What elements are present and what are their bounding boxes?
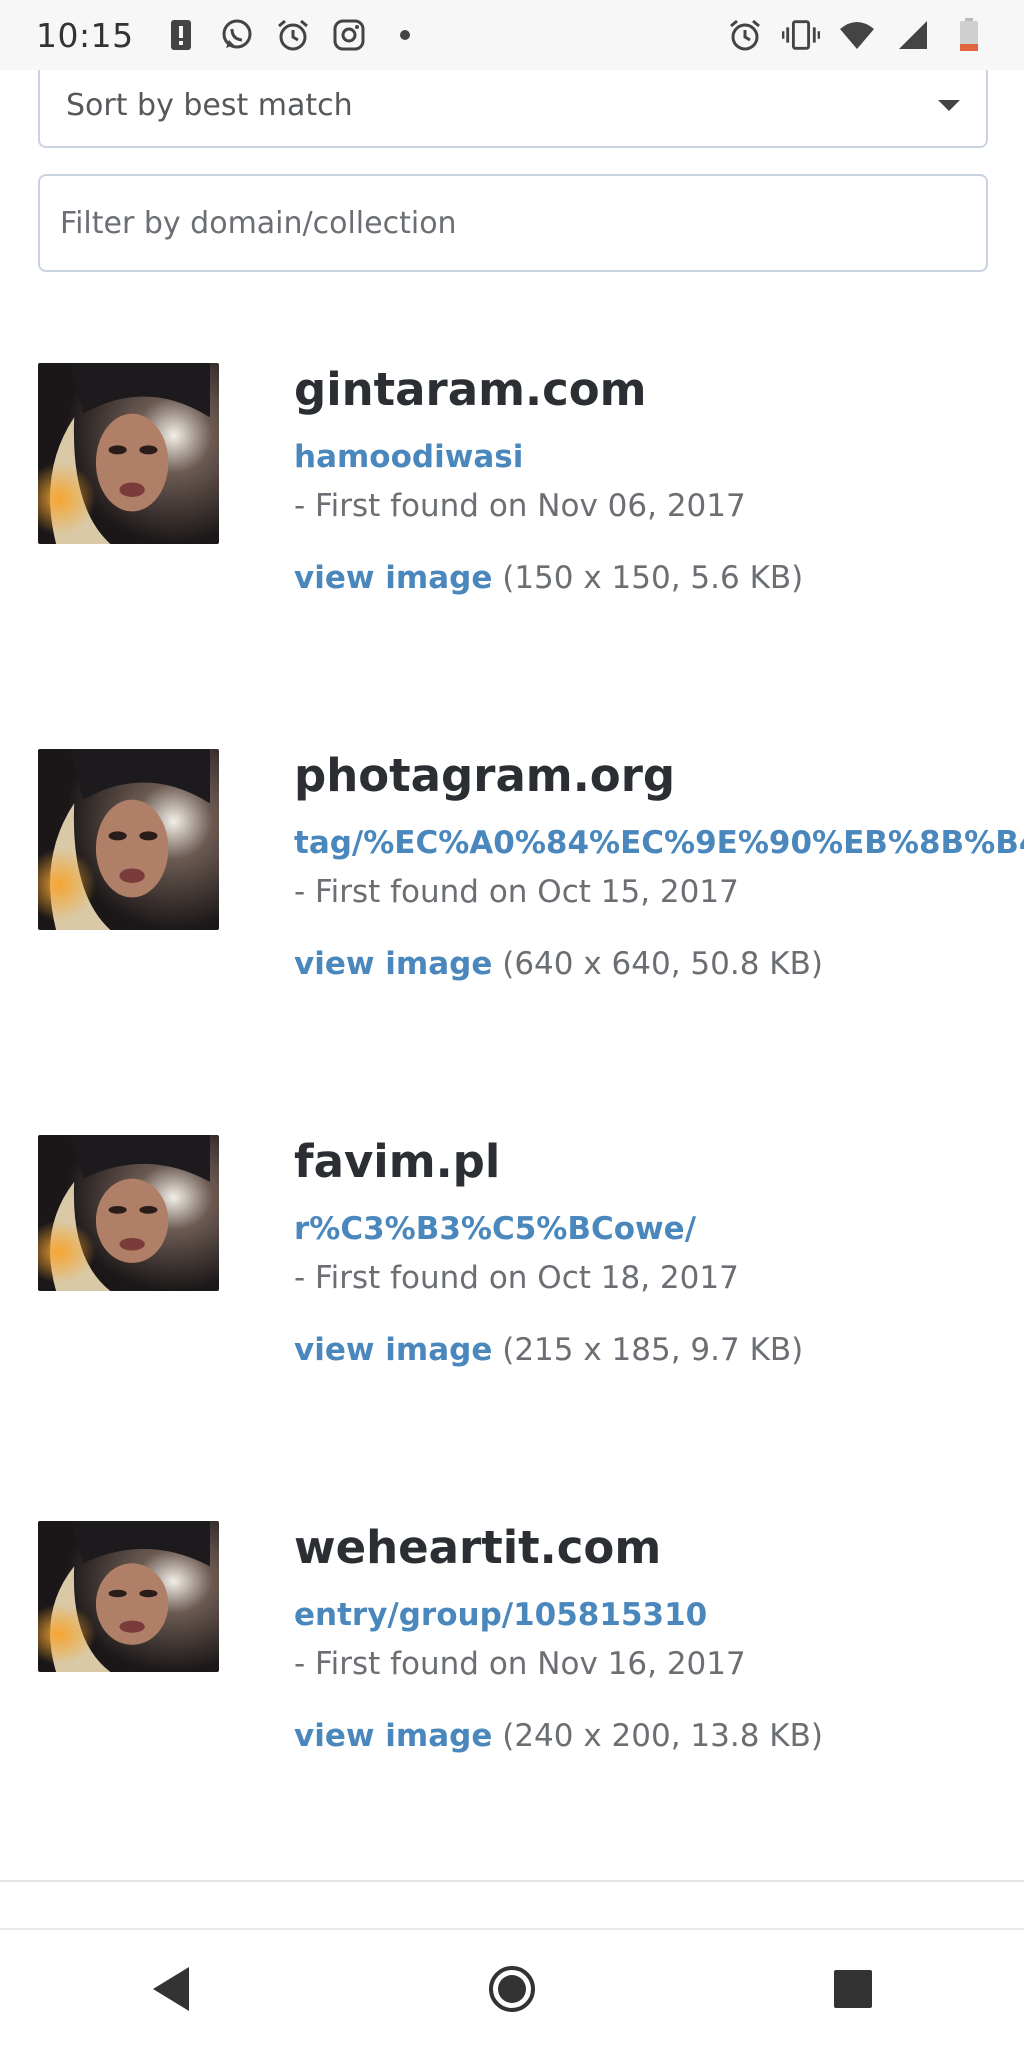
battery-icon	[950, 16, 988, 54]
result-domain: photagram.org	[294, 749, 676, 802]
sort-selected-label: Sort by best match	[66, 87, 353, 123]
navigation-bar	[0, 1928, 1024, 2048]
recents-icon	[834, 1970, 873, 2008]
whatsapp-icon	[218, 16, 256, 54]
filter-input[interactable]	[38, 174, 988, 272]
result-image-details: (240 x 200, 13.8 KB)	[502, 1718, 823, 1755]
view-image-link[interactable]: view image	[294, 1718, 492, 1754]
status-bar: 10:15	[0, 0, 1024, 70]
dot-icon	[386, 16, 424, 54]
result-first-found: - First found on Nov 06, 2017	[294, 488, 746, 525]
result-path-link[interactable]: r%C3%B3%C5%BCowe/	[294, 1211, 1024, 1248]
home-button[interactable]	[472, 1949, 552, 2029]
instagram-icon	[330, 16, 368, 54]
alarm-icon	[274, 16, 312, 54]
result-image-details: (215 x 185, 9.7 KB)	[502, 1332, 804, 1369]
wifi-icon	[838, 16, 876, 54]
result-path-link[interactable]: entry/group/105815310	[294, 1597, 1024, 1634]
result-thumbnail[interactable]	[38, 1521, 219, 1672]
recents-button[interactable]	[813, 1949, 893, 2029]
result-domain: weheartit.com	[294, 1521, 662, 1574]
status-time: 10:15	[36, 15, 134, 55]
view-image-link[interactable]: view image	[294, 1332, 492, 1368]
result-domain: favim.pl	[294, 1135, 501, 1188]
view-image-link[interactable]: view image	[294, 560, 492, 596]
result-thumbnail[interactable]	[38, 1135, 219, 1291]
footer-divider	[0, 1880, 1024, 1882]
alert-icon	[162, 16, 200, 54]
result-first-found: - First found on Oct 18, 2017	[294, 1260, 739, 1297]
result-thumbnail[interactable]	[38, 749, 219, 930]
result-domain: gintaram.com	[294, 363, 647, 416]
home-icon	[488, 1966, 535, 2012]
result-first-found: - First found on Oct 15, 2017	[294, 874, 739, 911]
view-image-link[interactable]: view image	[294, 946, 492, 982]
result-thumbnail[interactable]	[38, 363, 219, 544]
result-first-found: - First found on Nov 16, 2017	[294, 1646, 746, 1683]
result-image-details: (640 x 640, 50.8 KB)	[502, 946, 823, 983]
sort-select[interactable]: Sort by best match	[38, 70, 988, 148]
alarm-icon	[726, 16, 764, 54]
back-icon	[152, 1967, 189, 2011]
chevron-down-icon	[938, 99, 960, 111]
signal-icon	[894, 16, 932, 54]
back-button[interactable]	[131, 1949, 211, 2029]
result-path-link[interactable]: hamoodiwasi	[294, 439, 1024, 476]
vibrate-icon	[782, 16, 820, 54]
result-path-link[interactable]: tag/%EC%A0%84%EC%9E%90%EB%8B%B4%EB%	[294, 825, 1024, 862]
result-image-details: (150 x 150, 5.6 KB)	[502, 560, 804, 597]
